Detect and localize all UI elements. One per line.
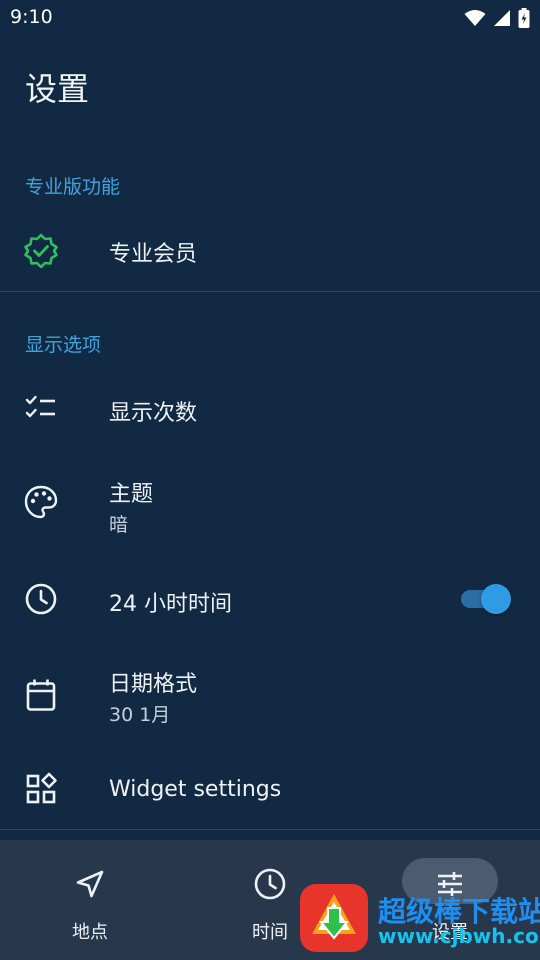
settings-item-pro-membership[interactable]: 专业会员 — [0, 222, 540, 280]
checklist-icon — [25, 395, 55, 418]
settings-item-widget-settings[interactable]: Widget settings — [0, 760, 540, 818]
settings-item-title: 主题 — [109, 482, 154, 507]
settings-item-theme[interactable]: 主题 暗 — [0, 468, 540, 538]
settings-item-date-format[interactable]: 日期格式 30 1月 — [0, 662, 540, 732]
section-header-display: 显示选项 — [25, 334, 102, 356]
page-title: 设置 — [25, 70, 90, 108]
status-icons — [464, 8, 530, 28]
settings-item-title: 专业会员 — [109, 242, 198, 267]
settings-item-subtitle: 30 1月 — [109, 704, 171, 726]
status-time: 9:10 — [10, 6, 53, 28]
24-hour-toggle[interactable] — [459, 584, 511, 614]
section-divider — [0, 829, 540, 830]
settings-item-show-count[interactable]: 显示次数 — [0, 380, 540, 438]
wifi-icon — [464, 10, 486, 26]
widgets-icon — [26, 772, 57, 804]
settings-item-title: 显示次数 — [109, 401, 198, 426]
section-header-pro: 专业版功能 — [25, 176, 121, 198]
navigation-arrow-icon — [76, 870, 104, 898]
status-bar: 9:10 — [0, 0, 540, 36]
palette-icon — [24, 485, 58, 519]
watermark-url: www.cjbwh.com — [378, 924, 540, 948]
nav-item-locations[interactable]: 地点 — [0, 840, 180, 960]
toggle-thumb — [481, 584, 511, 614]
watermark-logo-icon — [300, 884, 368, 952]
settings-item-title: 24 小时时间 — [109, 592, 232, 617]
settings-item-24-hour-time[interactable]: 24 小时时间 — [0, 570, 540, 628]
nav-item-label: 地点 — [72, 922, 108, 943]
battery-charging-icon — [518, 8, 530, 28]
clock-icon — [25, 583, 57, 615]
watermark: 超级棒下载站 www.cjbwh.com — [298, 880, 540, 960]
verified-badge-icon — [24, 233, 58, 269]
settings-item-title: 日期格式 — [109, 672, 198, 697]
clock-icon — [254, 868, 286, 900]
calendar-icon — [26, 679, 56, 711]
settings-item-title: Widget settings — [109, 777, 282, 802]
signal-icon — [494, 10, 510, 26]
settings-item-subtitle: 暗 — [109, 514, 129, 536]
section-divider — [0, 291, 540, 292]
